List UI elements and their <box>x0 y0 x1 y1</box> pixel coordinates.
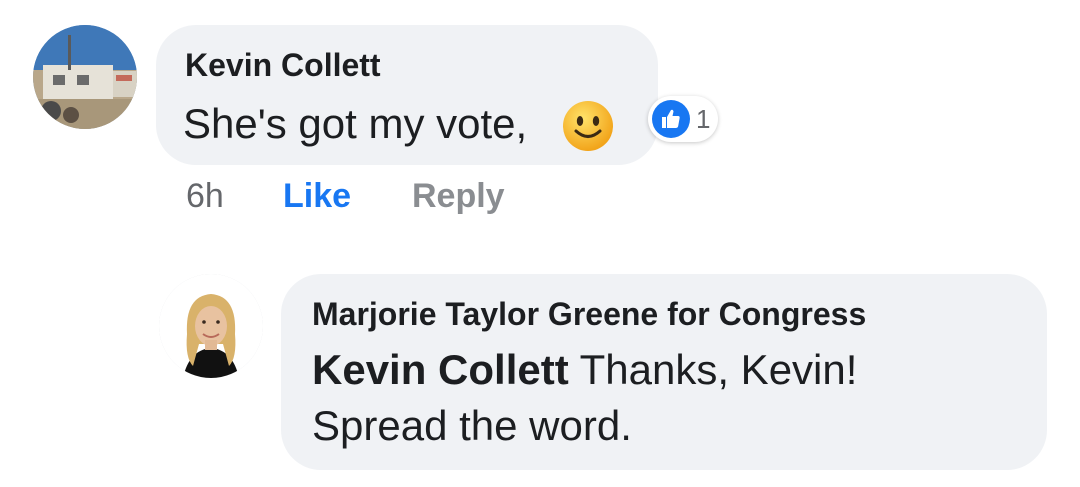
reaction-count: 1 <box>696 103 711 134</box>
reply-mention[interactable]: Kevin Collett <box>312 346 569 393</box>
reaction-summary[interactable]: 1 <box>648 96 719 142</box>
comment-thread: Kevin Collett She's got my vote, 1 6h Li… <box>0 0 1080 487</box>
comment-timestamp[interactable]: 6h <box>186 177 224 216</box>
reply-button[interactable]: Reply <box>412 177 505 216</box>
replier-avatar[interactable] <box>159 274 263 378</box>
smiling-face-icon <box>562 100 614 152</box>
reply-text-1: Thanks, Kevin! <box>568 346 858 393</box>
commenter-avatar[interactable] <box>33 25 137 129</box>
comment-text: She's got my vote, <box>183 100 528 147</box>
thumbs-up-icon <box>652 100 690 138</box>
like-button[interactable]: Like <box>283 177 351 216</box>
comment-author[interactable]: Kevin Collett <box>185 47 381 84</box>
reply-text-line-2: Spread the word. <box>312 402 632 449</box>
reply-text-line-1: Kevin Collett Thanks, Kevin! <box>312 346 857 394</box>
reply-author[interactable]: Marjorie Taylor Greene for Congress <box>312 296 866 333</box>
